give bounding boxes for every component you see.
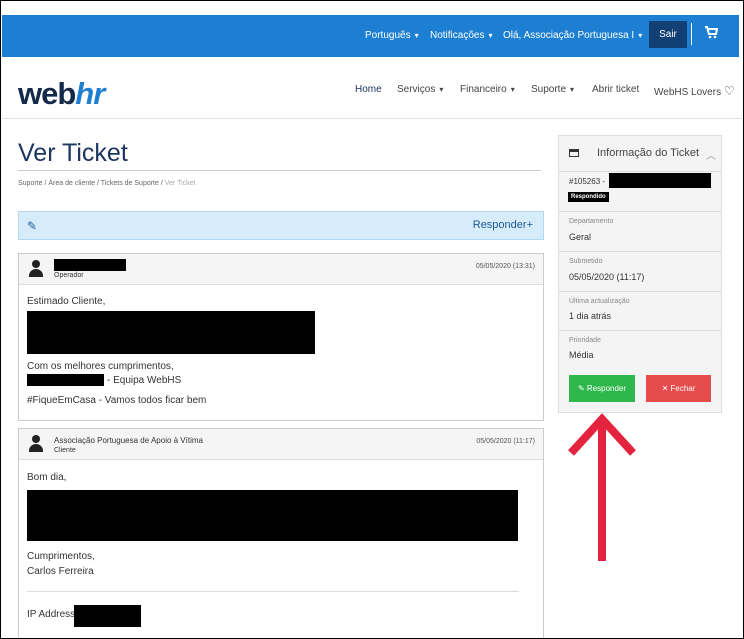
message-greeting: Estimado Cliente,: [27, 296, 106, 307]
panel-title: Informação do Ticket: [597, 147, 700, 159]
nav-support[interactable]: Suporte ▾: [531, 84, 574, 95]
nav-financial[interactable]: Financeiro ▾: [460, 84, 515, 95]
updated-value: 1 dia atrás: [569, 311, 612, 321]
annotation-arrow-icon: [568, 413, 636, 561]
breadcrumb-client-area[interactable]: Área de cliente: [48, 180, 95, 187]
title-divider: [18, 170, 541, 171]
ticket-message-operator: Operador 05/05/2020 (13:31) Estimado Cli…: [18, 253, 544, 421]
reply-toggle[interactable]: Responder+: [473, 219, 533, 231]
top-bar: Português ▾ Notificações ▾ Olá, Associação…: [2, 15, 739, 57]
notifications-dropdown[interactable]: Notificações ▾: [430, 30, 492, 41]
status-badge: Respondido: [568, 192, 609, 202]
pencil-icon: ✎: [27, 219, 38, 233]
message-author: Associação Portuguesa de Apoio à Vítima: [54, 436, 203, 445]
ticket-icon: [569, 149, 579, 157]
header-divider: [2, 118, 742, 119]
logout-button[interactable]: Sair: [649, 21, 687, 48]
message-signature: - Equipa WebHS: [107, 375, 182, 386]
priority-label: Prioridade: [569, 337, 601, 344]
breadcrumb-support[interactable]: Suporte: [18, 180, 43, 187]
chevron-up-icon[interactable]: ︿: [706, 147, 716, 162]
message-closing: Com os melhores cumprimentos,: [27, 361, 174, 372]
panel-header[interactable]: Informação do Ticket ︿: [559, 136, 721, 172]
message-role: Cliente: [54, 447, 76, 454]
submitted-value: 05/05/2020 (11:17): [569, 272, 645, 282]
caret-down-icon: ▾: [439, 85, 444, 94]
account-dropdown[interactable]: Olá, Associação Portuguesa I ▾: [503, 30, 642, 41]
caret-down-icon: ▾: [570, 85, 575, 94]
message-greeting: Bom dia,: [27, 472, 67, 483]
redacted-content: [27, 311, 315, 354]
nav-home[interactable]: Home: [355, 84, 382, 95]
divider: [691, 23, 692, 45]
submitted-section: Submetido 05/05/2020 (11:17): [559, 252, 721, 292]
heart-icon: ♡: [723, 84, 735, 98]
message-closing: Cumprimentos,: [27, 551, 95, 562]
ticket-message-client: Associação Portuguesa de Apoio à Vítima …: [18, 428, 544, 638]
nav-open-ticket[interactable]: Abrir ticket: [592, 84, 639, 95]
message-role: Operador: [54, 272, 84, 279]
nav-services[interactable]: Serviços ▾: [397, 84, 443, 95]
pencil-icon: ✎: [577, 384, 587, 393]
redacted-content: [27, 490, 518, 541]
reply-button[interactable]: ✎ Responder: [569, 375, 635, 402]
close-icon: ✕: [661, 384, 671, 393]
nav-lovers[interactable]: WebHS Lovers ♡: [654, 84, 735, 98]
updated-section: Última actualização 1 dia atrás: [559, 292, 721, 331]
breadcrumb-tickets[interactable]: Tickets de Suporte: [101, 180, 159, 187]
message-tagline: #FiqueEmCasa - Vamos todos ficar bem: [27, 395, 207, 406]
reply-bar[interactable]: ✎ Responder+: [18, 211, 544, 240]
page-frame: Português ▾ Notificações ▾ Olá, Associação…: [0, 0, 744, 639]
caret-down-icon: ▾: [488, 31, 493, 40]
redacted-signer: [27, 374, 104, 386]
language-dropdown[interactable]: Português ▾: [365, 30, 419, 41]
breadcrumb-current: Ver Ticket: [164, 180, 196, 187]
department-section: Departamento Geral: [559, 212, 721, 252]
updated-label: Última actualização: [569, 298, 630, 305]
caret-down-icon: ▾: [510, 85, 515, 94]
redacted-name: [54, 259, 126, 271]
breadcrumb: Suporte / Área de cliente / Tickets de S…: [18, 180, 196, 187]
department-value: Geral: [569, 232, 592, 242]
message-name: Carlos Ferreira: [27, 566, 94, 577]
priority-value: Média: [569, 350, 594, 360]
cart-icon[interactable]: [704, 25, 718, 39]
redacted-ticket-subject: [609, 173, 711, 188]
department-label: Departamento: [569, 218, 614, 225]
priority-section: Prioridade Média: [559, 331, 721, 367]
caret-down-icon: ▾: [638, 31, 643, 40]
page-title: Ver Ticket: [18, 139, 128, 167]
message-date: 05/05/2020 (13:31): [475, 263, 535, 270]
submitted-label: Submetido: [569, 258, 603, 265]
redacted-ip: [74, 605, 141, 627]
caret-down-icon: ▾: [414, 31, 419, 40]
ip-label: IP Address:: [27, 609, 78, 620]
ticket-id: #105263 -: [569, 177, 606, 186]
user-icon: [29, 260, 43, 278]
webhs-logo[interactable]: webhr: [18, 76, 105, 112]
message-date: 05/05/2020 (11:17): [476, 438, 535, 445]
close-ticket-button[interactable]: ✕ Fechar: [646, 375, 711, 402]
user-icon: [29, 435, 43, 453]
divider: [27, 591, 519, 592]
